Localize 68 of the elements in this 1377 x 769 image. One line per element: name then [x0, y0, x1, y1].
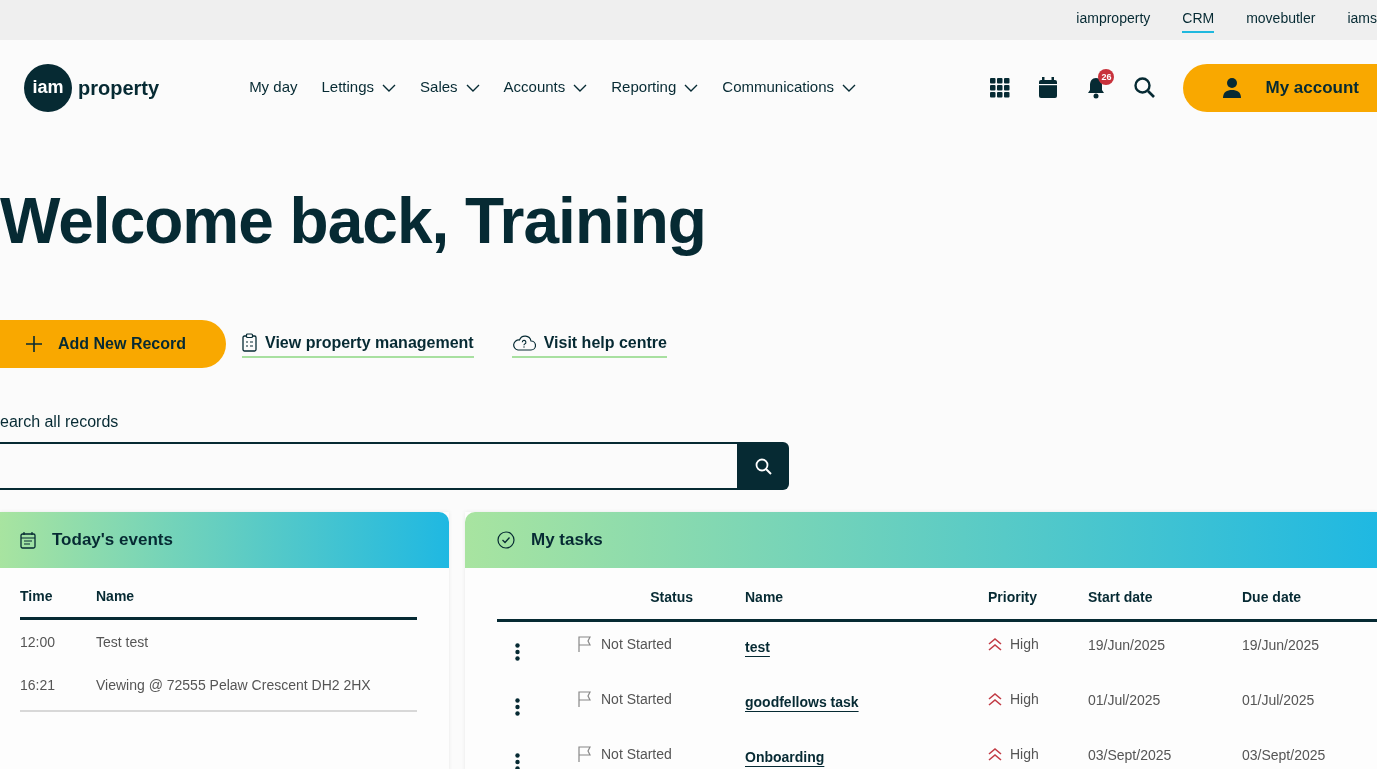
check-circle-icon	[497, 531, 515, 549]
nav-menu-item[interactable]: Lettings	[321, 76, 397, 99]
task-link[interactable]: test	[745, 638, 770, 655]
column-header: Status	[650, 589, 693, 605]
double-chevron-up-icon	[988, 747, 1002, 761]
welcome-heading: Welcome back, Training	[0, 184, 707, 259]
nav-menu-item[interactable]: My day	[249, 76, 298, 99]
action-link[interactable]: Visit help centre	[543, 330, 667, 355]
task-priority: High	[1010, 689, 1039, 709]
more-options-icon[interactable]	[515, 697, 520, 716]
plus-icon	[26, 336, 42, 352]
product-link[interactable]: movebutler	[1246, 7, 1316, 33]
calendar-icon[interactable]	[1038, 76, 1059, 99]
column-header: Start date	[1088, 589, 1153, 605]
more-options-icon[interactable]	[515, 642, 520, 661]
column-header: Due date	[1242, 589, 1302, 605]
table-cell: 19/Jun/2025	[1242, 636, 1320, 653]
task-status: Not Started	[601, 634, 672, 654]
double-chevron-up-icon	[988, 637, 1002, 651]
task-priority: High	[1010, 744, 1039, 764]
product-link[interactable]: iamproperty	[1076, 7, 1151, 33]
app-grid-icon[interactable]	[990, 77, 1011, 98]
clipboard-icon	[242, 333, 257, 352]
cloud-question-icon	[511, 334, 536, 351]
table-cell-text: Viewing @ 72555 Pelaw Crescent DH2 2HX	[96, 676, 371, 695]
logo-mark[interactable]: iam	[24, 63, 72, 112]
table-cell: 19/Jun/2025	[1088, 636, 1166, 653]
panel-title: My tasks	[531, 529, 603, 552]
product-link[interactable]: iams	[1347, 7, 1377, 33]
table-cell: 01/Jul/2025	[1088, 691, 1161, 708]
flag-icon	[577, 745, 593, 763]
column-header: Name	[96, 587, 135, 606]
my-account-button[interactable]: My account	[1183, 63, 1377, 112]
nav-menu-item[interactable]: Accounts	[503, 76, 588, 99]
task-status: Not Started	[601, 689, 672, 709]
search-icon	[754, 457, 772, 475]
flag-icon	[577, 690, 593, 708]
table-cell: 03/Sept/2025	[1242, 746, 1326, 763]
nav-menu-item[interactable]: Communications	[722, 76, 857, 99]
task-link[interactable]: Onboarding	[745, 748, 825, 765]
search-icon[interactable]	[1134, 77, 1156, 98]
table-cell-text: 12:00	[20, 633, 57, 652]
search-label: earch all records	[0, 412, 119, 432]
task-status: Not Started	[601, 744, 672, 764]
panel-title: Today's events	[52, 529, 173, 552]
column-header: Priority	[988, 589, 1037, 605]
search-field[interactable]	[0, 442, 737, 490]
column-header: Time	[20, 587, 54, 606]
action-link[interactable]: View property management	[265, 330, 474, 355]
task-link[interactable]: goodfellows task	[745, 693, 859, 710]
more-options-icon[interactable]	[515, 752, 520, 769]
task-priority: High	[1010, 634, 1039, 654]
table-cell-text: Test test	[96, 633, 149, 652]
flag-icon	[577, 635, 593, 653]
product-link[interactable]: CRM	[1182, 7, 1215, 33]
nav-menu-item[interactable]: Reporting	[611, 76, 699, 99]
add-new-record-button[interactable]: Add New Record	[0, 320, 226, 368]
calendar-icon	[20, 531, 36, 549]
table-cell: 03/Sept/2025	[1088, 746, 1172, 763]
search-button[interactable]	[737, 442, 789, 490]
table-cell-text: 16:21	[20, 676, 57, 695]
person-icon	[1223, 77, 1242, 98]
table-cell: 01/Jul/2025	[1242, 691, 1315, 708]
logo-wordmark[interactable]: property	[78, 72, 160, 103]
nav-menu-item[interactable]: Sales	[420, 76, 480, 99]
column-header: Name	[745, 589, 784, 605]
double-chevron-up-icon	[988, 692, 1002, 706]
notification-count: 26	[1098, 68, 1115, 85]
